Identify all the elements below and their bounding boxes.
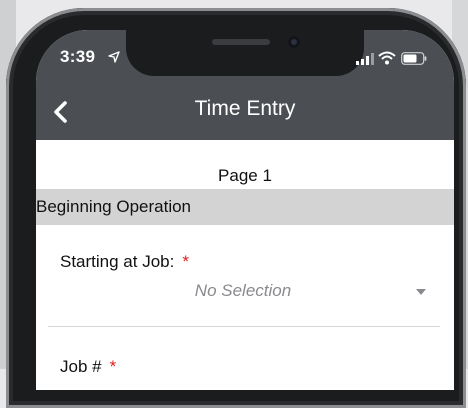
starting-job-select[interactable]: No Selection xyxy=(48,278,438,308)
job-number-label-text: Job # xyxy=(60,357,102,376)
wifi-icon xyxy=(378,51,396,65)
starting-job-label-text: Starting at Job: xyxy=(60,252,175,271)
location-arrow-icon xyxy=(108,51,120,63)
starting-job-label: Starting at Job: * xyxy=(60,252,189,272)
page-title: Time Entry xyxy=(194,97,296,120)
battery-icon xyxy=(401,52,427,65)
status-bar: 3:39 xyxy=(36,30,454,83)
required-marker: * xyxy=(182,252,189,271)
dropdown-caret-icon xyxy=(416,289,426,295)
starting-job-value: No Selection xyxy=(194,281,292,300)
status-time: 3:39 xyxy=(60,47,96,66)
required-marker: * xyxy=(109,357,117,376)
job-number-label: Job # * xyxy=(60,357,116,377)
section-title: Beginning Operation xyxy=(36,197,192,216)
section-header: Beginning Operation xyxy=(36,189,454,225)
signal-icon xyxy=(356,53,374,65)
phone-screen: 3:39 Time Entry Page 1 Beginning Operati… xyxy=(36,30,454,390)
phone-frame: 3:39 Time Entry Page 1 Beginning Operati… xyxy=(6,8,466,408)
page-indicator: Page 1 xyxy=(218,166,272,185)
camera-icon xyxy=(288,36,300,48)
field-divider xyxy=(48,326,440,327)
speaker-grille xyxy=(212,39,270,45)
notch xyxy=(126,30,364,76)
nav-bar: Time Entry xyxy=(36,83,454,140)
